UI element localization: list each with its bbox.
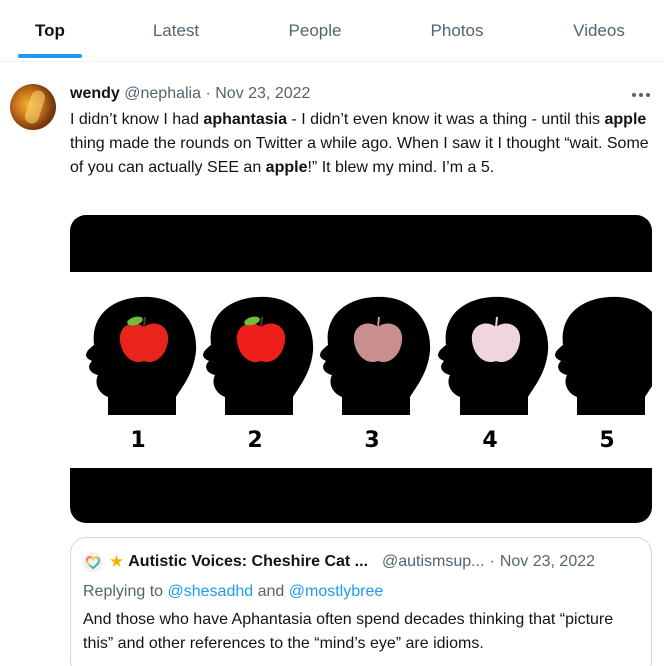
rainbow-heart-icon[interactable] <box>83 552 103 572</box>
quoted-tweet[interactable]: ★ Autistic Voices: Cheshire Cat ... @aut… <box>70 537 652 666</box>
head-silhouette <box>438 296 549 415</box>
apple-icon <box>236 323 286 363</box>
separator: · <box>489 553 495 570</box>
tab-photos[interactable]: Photos <box>407 0 507 62</box>
aphantasia-scale-illustration: 1 2 3 4 5 <box>86 296 652 453</box>
replying-to-label: Replying to <box>83 583 164 600</box>
tweet-text-run: !” It blew my mind. I’m a 5. <box>307 159 495 176</box>
tweet-date[interactable]: Nov 23, 2022 <box>215 85 310 102</box>
tweet-text-run: I didn’t know I had <box>70 111 204 128</box>
apple-icon <box>353 323 403 363</box>
scale-number: 1 <box>130 428 145 453</box>
highlighted-term: aphantasia <box>203 111 288 128</box>
scale-number: 4 <box>482 428 497 453</box>
separator: · <box>205 85 211 102</box>
replying-to: Replying to @shesadhd and @mostlybree <box>83 583 383 601</box>
tweet-image[interactable]: 1 2 3 4 5 <box>70 215 652 523</box>
tweet-text: I didn’t know I had aphantasia - I didn’… <box>70 108 650 180</box>
quoted-user-handle: @autismsup... <box>382 553 485 570</box>
tweet[interactable]: wendy @nephalia · Nov 23, 2022 I didn’t … <box>0 62 664 666</box>
tweet-header: wendy @nephalia · Nov 23, 2022 <box>70 85 310 103</box>
head-silhouette <box>320 296 431 415</box>
quoted-tweet-text: And those who have Aphantasia often spen… <box>83 611 614 652</box>
head-silhouette <box>203 296 314 415</box>
head-silhouette <box>555 296 652 415</box>
reply-user-link[interactable]: @shesadhd <box>168 583 254 600</box>
more-icon <box>632 93 650 97</box>
tab-people[interactable]: People <box>265 0 365 62</box>
active-tab-indicator <box>18 54 82 58</box>
replying-and-label: and <box>257 583 285 600</box>
scale-number: 3 <box>364 428 379 453</box>
scale-number: 5 <box>599 428 614 453</box>
user-handle[interactable]: @nephalia <box>124 85 201 102</box>
display-name[interactable]: wendy <box>70 85 120 102</box>
highlighted-term: apple <box>265 159 308 176</box>
quoted-tweet-date: Nov 23, 2022 <box>499 553 596 570</box>
more-button[interactable] <box>624 78 658 112</box>
scale-number: 2 <box>247 428 262 453</box>
tab-videos[interactable]: Videos <box>549 0 649 62</box>
tweet-text-run: - I didn’t even know it was a thing - un… <box>287 111 605 128</box>
tab-latest[interactable]: Latest <box>126 0 226 62</box>
apple-icon <box>119 323 169 363</box>
star-icon: ★ <box>109 552 125 571</box>
highlighted-term: apple <box>604 111 647 128</box>
head-silhouette <box>86 296 197 415</box>
reply-user-link[interactable]: @mostlybree <box>289 583 384 600</box>
quoted-display-name: Autistic Voices: Cheshire Cat ... <box>128 553 369 570</box>
apple-icon <box>471 323 521 363</box>
search-tabs: Top Latest People Photos Videos <box>0 0 664 62</box>
avatar[interactable] <box>10 84 56 130</box>
quoted-tweet-header: ★ Autistic Voices: Cheshire Cat ... @aut… <box>83 552 595 572</box>
tab-top[interactable]: Top <box>0 0 100 62</box>
